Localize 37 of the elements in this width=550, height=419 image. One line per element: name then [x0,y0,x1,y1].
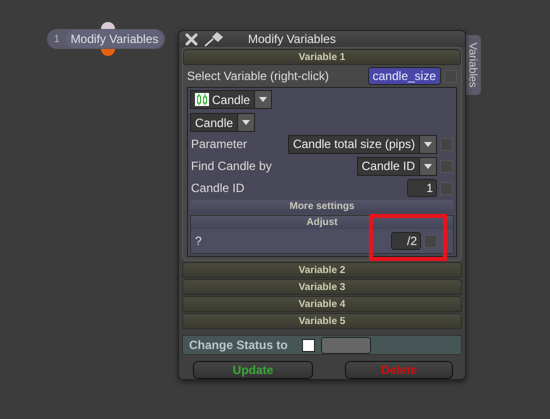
input-port-icon[interactable] [101,22,115,29]
field-label: Parameter [191,137,248,152]
close-icon[interactable] [185,32,198,46]
checkbox[interactable] [302,338,315,352]
section-header[interactable]: Variable 4 [182,296,462,312]
update-button[interactable]: Update [193,361,313,379]
field-label: ? [195,234,203,248]
dropdown-arrow-icon [259,97,268,102]
input-field[interactable]: 1 [407,179,437,198]
field-label: Select Variable (right-click) [187,69,329,84]
status-label: Change Status to [189,338,288,352]
section-header[interactable]: Variable 3 [182,279,462,296]
field-label: Find Candle by [191,159,273,174]
side-tab[interactable]: Variables [465,35,481,95]
variable-name[interactable]: candle_size [368,67,441,86]
section-header[interactable]: More settings [190,200,454,214]
dropdown-arrow-icon [242,120,250,126]
dropdown[interactable]: Candle total size (pips) [288,134,437,154]
dropdown[interactable]: Candle [190,90,272,110]
dropdown[interactable]: Candle [190,113,256,132]
checkbox[interactable] [424,234,437,248]
candlestick-icon [195,93,209,106]
output-port-icon[interactable] [101,49,115,56]
dropdown-arrow-icon [424,164,432,169]
node-number: 1 [53,34,61,44]
section-header[interactable]: Adjust [191,216,453,230]
color-swatch[interactable] [320,336,371,354]
input-field[interactable]: /2 [391,232,421,250]
section-header[interactable]: Variable 5 [182,313,462,330]
node[interactable]: 1 Modify Variables [47,29,165,49]
dropdown-arrow-icon [424,142,432,147]
dropdown[interactable]: Candle ID [356,156,437,176]
node-label: Modify Variables [66,30,164,48]
window-title: Modify Variables [248,32,336,46]
field-label: Candle ID [191,181,246,196]
section-header[interactable]: Variable 1 [183,49,461,66]
section-header[interactable]: Variable 2 [182,262,462,278]
